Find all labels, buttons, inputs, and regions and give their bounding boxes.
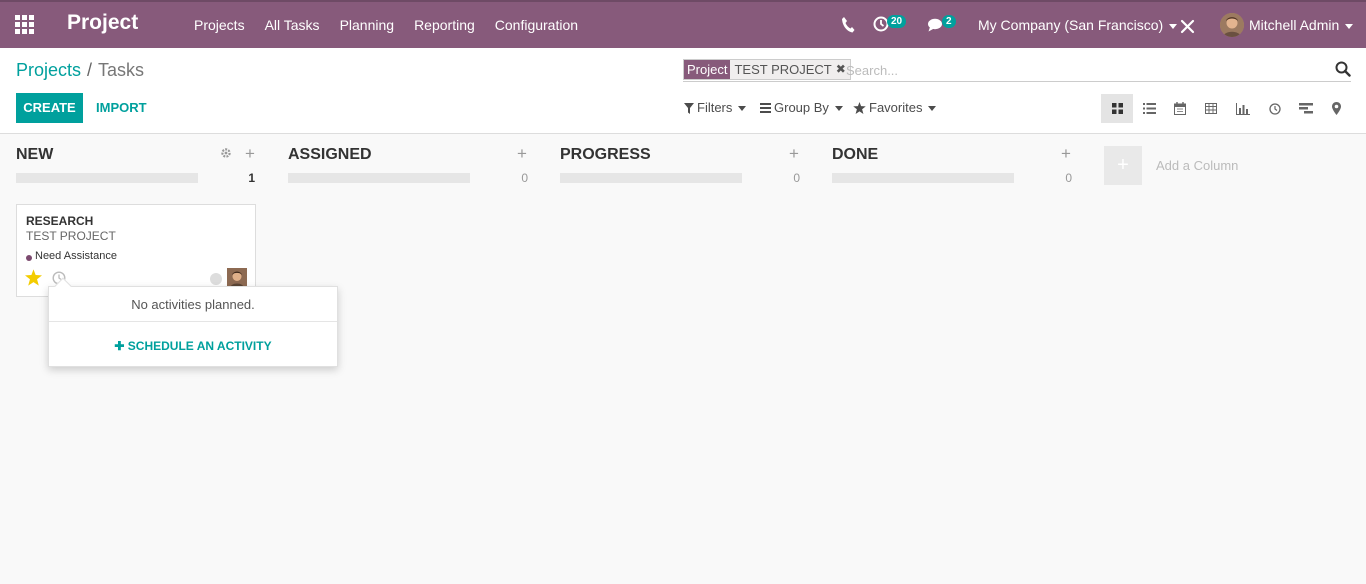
breadcrumb: Projects / Tasks bbox=[16, 60, 144, 81]
view-graph-button[interactable] bbox=[1227, 94, 1259, 123]
breadcrumb-separator: / bbox=[87, 60, 93, 80]
schedule-activity-label: SCHEDULE AN ACTIVITY bbox=[127, 339, 272, 353]
popover-divider bbox=[49, 321, 337, 322]
chevron-down-icon bbox=[834, 105, 843, 111]
column-assigned-count: 0 bbox=[521, 171, 528, 185]
column-progress-progress-bar bbox=[560, 173, 742, 183]
view-list-button[interactable] bbox=[1133, 94, 1165, 123]
tag-color-dot bbox=[26, 255, 32, 261]
task-title: RESEARCH bbox=[26, 214, 94, 228]
task-project: TEST PROJECT bbox=[26, 229, 116, 243]
chevron-down-icon bbox=[738, 105, 747, 111]
column-title-progress: PROGRESS bbox=[560, 146, 651, 163]
priority-star-icon[interactable] bbox=[25, 269, 42, 286]
column-progress-count: 0 bbox=[793, 171, 800, 185]
assignee-avatar bbox=[227, 268, 247, 288]
list-icon bbox=[1142, 103, 1156, 114]
column-progress-add-icon[interactable]: + bbox=[789, 145, 801, 162]
view-calendar-button[interactable] bbox=[1164, 94, 1196, 123]
menu-configuration[interactable]: Configuration bbox=[485, 2, 588, 48]
menu-planning[interactable]: Planning bbox=[330, 2, 405, 48]
filters-dropdown[interactable]: Filters bbox=[684, 93, 747, 123]
debug-tools-icon[interactable] bbox=[1180, 18, 1196, 34]
app-title: Project bbox=[67, 11, 139, 34]
column-done-progress-bar bbox=[832, 173, 1014, 183]
bar-chart-icon bbox=[1236, 102, 1250, 115]
add-column-button[interactable]: + bbox=[1104, 146, 1142, 185]
main-menu: Projects All Tasks Planning Reporting Co… bbox=[184, 2, 588, 48]
favorites-dropdown[interactable]: Favorites bbox=[853, 93, 937, 123]
import-button[interactable]: IMPORT bbox=[96, 93, 147, 123]
column-new-add-icon[interactable]: + bbox=[245, 145, 257, 162]
company-switcher[interactable]: My Company (San Francisco) bbox=[978, 2, 1178, 48]
view-map-button[interactable] bbox=[1320, 94, 1352, 123]
column-title-assigned: ASSIGNED bbox=[288, 146, 372, 163]
user-menu[interactable]: Mitchell Admin bbox=[1249, 2, 1354, 48]
menu-all-tasks[interactable]: All Tasks bbox=[255, 2, 330, 48]
column-assigned-add-icon[interactable]: + bbox=[517, 145, 529, 162]
filters-label: Filters bbox=[697, 100, 733, 115]
chevron-down-icon bbox=[928, 105, 937, 111]
star-icon bbox=[853, 102, 866, 114]
column-new-progress-bar bbox=[16, 173, 198, 183]
column-title-new: NEW bbox=[16, 146, 54, 163]
view-activity-button[interactable] bbox=[1259, 94, 1291, 123]
group-by-label: Group By bbox=[774, 100, 829, 115]
facet-label: Project bbox=[684, 60, 731, 79]
facet-value: TEST PROJECT bbox=[730, 60, 836, 79]
no-activities-message: No activities planned. bbox=[131, 297, 255, 312]
view-kanban-button[interactable] bbox=[1101, 94, 1133, 123]
create-button[interactable]: CREATE bbox=[16, 93, 83, 123]
view-pivot-button[interactable] bbox=[1195, 94, 1227, 123]
search-bar: Project TEST PROJECT ✖ bbox=[683, 58, 1351, 82]
column-title-done: DONE bbox=[832, 146, 879, 163]
activity-count-badge: 20 bbox=[887, 15, 907, 28]
search-facet: Project TEST PROJECT ✖ bbox=[683, 59, 851, 80]
favorites-label: Favorites bbox=[869, 100, 923, 115]
task-tag: Need Assistance bbox=[35, 250, 117, 262]
column-done-count: 0 bbox=[1065, 171, 1072, 185]
kanban-card[interactable]: RESEARCH TEST PROJECT Need Assistance bbox=[16, 204, 256, 297]
chevron-down-icon bbox=[1169, 23, 1178, 29]
activity-clock-icon bbox=[1269, 102, 1281, 115]
kanban-icon bbox=[1111, 103, 1123, 114]
bars-icon bbox=[760, 103, 771, 113]
gear-icon[interactable] bbox=[220, 147, 232, 159]
message-count-badge: 2 bbox=[942, 15, 956, 28]
gantt-icon bbox=[1299, 103, 1313, 114]
column-assigned-progress-bar bbox=[288, 173, 470, 183]
column-new-count: 1 bbox=[248, 171, 255, 185]
user-avatar[interactable] bbox=[1220, 13, 1244, 37]
user-name: Mitchell Admin bbox=[1249, 17, 1340, 33]
menu-reporting[interactable]: Reporting bbox=[404, 2, 485, 48]
top-navbar: Project Projects All Tasks Planning Repo… bbox=[0, 0, 1366, 48]
control-panel: Projects /Tasks Project TEST PROJECT ✖ CR… bbox=[0, 48, 1366, 134]
chevron-down-icon bbox=[1345, 23, 1354, 29]
search-icon[interactable] bbox=[1335, 61, 1351, 77]
phone-icon[interactable] bbox=[841, 16, 855, 34]
breadcrumb-projects-link[interactable]: Projects bbox=[16, 60, 81, 80]
company-name: My Company (San Francisco) bbox=[978, 17, 1164, 33]
group-by-dropdown[interactable]: Group By bbox=[760, 93, 843, 123]
breadcrumb-current: Tasks bbox=[98, 60, 145, 80]
pivot-table-icon bbox=[1205, 103, 1217, 114]
filter-icon bbox=[684, 102, 694, 114]
column-done-add-icon[interactable]: + bbox=[1061, 145, 1073, 162]
calendar-icon bbox=[1174, 102, 1186, 115]
apps-menu-icon[interactable] bbox=[14, 14, 36, 36]
map-marker-icon bbox=[1331, 102, 1341, 115]
search-input[interactable] bbox=[846, 60, 1316, 80]
view-gantt-button[interactable] bbox=[1290, 94, 1322, 123]
add-column-label[interactable]: Add a Column bbox=[1156, 158, 1238, 173]
kanban-state-icon[interactable] bbox=[210, 273, 222, 285]
plus-icon: ✚ bbox=[114, 339, 128, 353]
schedule-activity-button[interactable]: ✚ SCHEDULE AN ACTIVITY bbox=[49, 339, 337, 353]
activity-popover: No activities planned. ✚ SCHEDULE AN ACT… bbox=[48, 277, 338, 367]
menu-projects[interactable]: Projects bbox=[184, 2, 255, 48]
